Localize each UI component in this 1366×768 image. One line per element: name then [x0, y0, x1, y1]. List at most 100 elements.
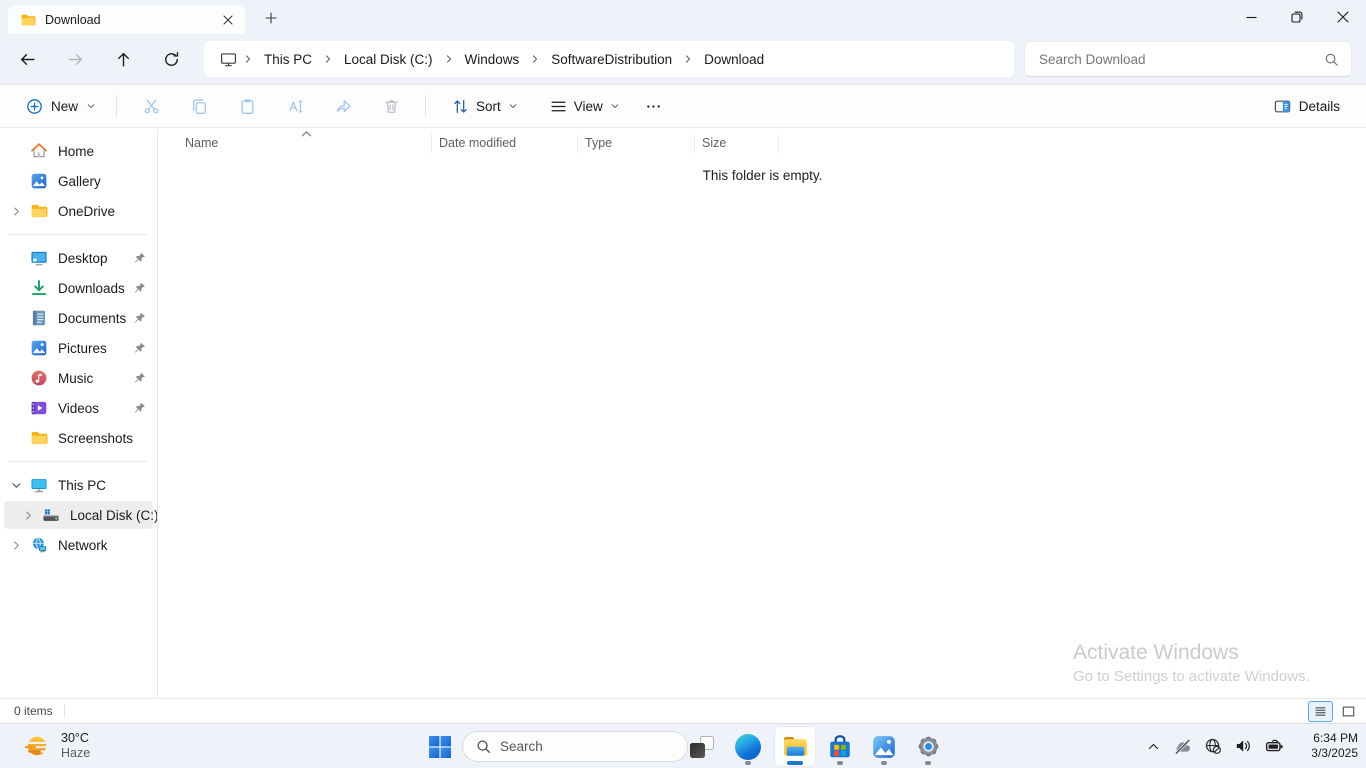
close-button[interactable] [1320, 0, 1366, 34]
sidebar-item-videos[interactable]: Videos [4, 394, 153, 422]
refresh-button[interactable] [154, 42, 188, 76]
pin-icon [133, 282, 146, 295]
explorer-search-input[interactable] [1039, 52, 1324, 67]
computer-icon[interactable] [220, 51, 237, 68]
breadcrumb-item[interactable]: SoftwareDistribution [544, 48, 679, 71]
sidebar-item-music[interactable]: Music [4, 364, 153, 392]
command-toolbar: New Sort View [0, 84, 1366, 128]
taskbar-search-input[interactable] [500, 739, 675, 754]
cut-button[interactable] [131, 89, 171, 123]
sidebar-item-home[interactable]: Home [4, 137, 153, 165]
taskbar-clock[interactable]: 6:34 PM 3/3/2025 [1300, 731, 1358, 761]
expand-chevron-icon[interactable] [4, 206, 28, 217]
details-view-icon [1314, 705, 1327, 718]
column-header-date-modified[interactable]: Date modified [439, 136, 516, 150]
breadcrumb-item[interactable]: Windows [458, 48, 527, 71]
column-divider[interactable] [778, 134, 779, 153]
taskbar-file-explorer-button[interactable] [775, 727, 815, 766]
cut-icon [143, 98, 160, 115]
column-header-name[interactable]: Name [185, 136, 218, 150]
onedrive-tray-button[interactable] [1166, 729, 1198, 763]
weather-text: 30°C Haze [61, 731, 90, 761]
minimize-button[interactable] [1228, 0, 1274, 34]
chevron-down-icon [86, 101, 96, 111]
taskbar-settings-button[interactable] [908, 727, 948, 766]
delete-icon [383, 98, 400, 115]
music-icon [30, 369, 48, 387]
up-button[interactable] [106, 42, 140, 76]
navigation-bar: This PC Local Disk (C:) Windows Software… [0, 34, 1366, 84]
breadcrumb-item[interactable]: Local Disk (C:) [337, 48, 440, 71]
breadcrumb-separator-icon [530, 54, 540, 64]
sidebar-item-this-pc[interactable]: This PC [4, 471, 153, 499]
pin-icon [133, 252, 146, 265]
taskbar-edge-button[interactable] [728, 727, 768, 766]
paste-button[interactable] [227, 89, 267, 123]
details-pane-button[interactable]: Details [1264, 91, 1350, 122]
column-divider[interactable] [694, 134, 695, 153]
back-button[interactable] [10, 42, 44, 76]
pin-icon [133, 372, 146, 385]
task-view-button[interactable] [682, 727, 722, 766]
search-icon[interactable] [1324, 52, 1339, 67]
videos-icon [30, 399, 48, 417]
breadcrumb-item[interactable]: This PC [257, 48, 319, 71]
local-disk-icon [42, 506, 60, 524]
taskbar-store-button[interactable] [820, 727, 860, 766]
pin-icon [133, 402, 146, 415]
breadcrumb-item-current[interactable]: Download [697, 48, 771, 71]
volume-tray-button[interactable] [1228, 729, 1258, 763]
column-divider[interactable] [577, 134, 578, 153]
restore-button[interactable] [1274, 0, 1320, 34]
folder-icon [30, 202, 48, 220]
edge-icon [735, 734, 761, 760]
breadcrumb-separator-icon [444, 54, 454, 64]
rename-button[interactable] [275, 89, 315, 123]
delete-button[interactable] [371, 89, 411, 123]
desktop-icon [30, 249, 48, 267]
column-divider[interactable] [431, 134, 432, 153]
taskbar-search[interactable] [462, 731, 688, 762]
sidebar-item-desktop[interactable]: Desktop [4, 244, 153, 272]
hidden-icons-button[interactable] [1140, 729, 1166, 763]
running-indicator [745, 761, 751, 765]
sidebar-divider [8, 461, 147, 462]
sidebar-item-screenshots[interactable]: Screenshots [4, 424, 153, 452]
collapse-chevron-icon[interactable] [4, 480, 28, 491]
column-header-size[interactable]: Size [702, 136, 726, 150]
sidebar-item-onedrive[interactable]: OneDrive [4, 197, 153, 225]
breadcrumb: This PC Local Disk (C:) Windows Software… [204, 41, 1014, 77]
clock-time: 6:34 PM [1300, 731, 1358, 746]
running-indicator [925, 761, 931, 765]
sidebar-item-documents[interactable]: Documents [4, 304, 153, 332]
taskbar-photos-button[interactable] [864, 727, 904, 766]
share-button[interactable] [323, 89, 363, 123]
network-tray-button[interactable] [1198, 729, 1228, 763]
new-tab-button[interactable] [258, 6, 284, 30]
chevron-up-icon [1147, 740, 1160, 753]
expand-chevron-icon[interactable] [16, 510, 40, 521]
sidebar-item-gallery[interactable]: Gallery [4, 167, 153, 195]
sidebar-item-pictures[interactable]: Pictures [4, 334, 153, 362]
sidebar-item-local-disk[interactable]: Local Disk (C:) [4, 501, 153, 529]
details-view-button[interactable] [1308, 701, 1333, 722]
copy-button[interactable] [179, 89, 219, 123]
battery-tray-button[interactable] [1258, 729, 1290, 763]
tab-close-icon[interactable] [217, 9, 239, 31]
start-button[interactable] [420, 727, 460, 766]
explorer-tab[interactable]: Download [8, 5, 245, 34]
new-button[interactable]: New [16, 91, 106, 122]
column-header-type[interactable]: Type [585, 136, 612, 150]
sidebar-item-network[interactable]: Network [4, 531, 153, 559]
sort-button[interactable]: Sort [442, 91, 528, 122]
sidebar-item-downloads[interactable]: Downloads [4, 274, 153, 302]
paste-icon [239, 98, 256, 115]
large-icons-view-button[interactable] [1336, 701, 1361, 722]
weather-widget[interactable]: 30°C Haze [14, 724, 98, 768]
weather-temperature: 30°C [61, 731, 90, 746]
chevron-down-icon [508, 101, 518, 111]
forward-button[interactable] [58, 42, 92, 76]
more-options-button[interactable] [636, 89, 672, 123]
view-button[interactable]: View [540, 91, 630, 122]
expand-chevron-icon[interactable] [4, 540, 28, 551]
